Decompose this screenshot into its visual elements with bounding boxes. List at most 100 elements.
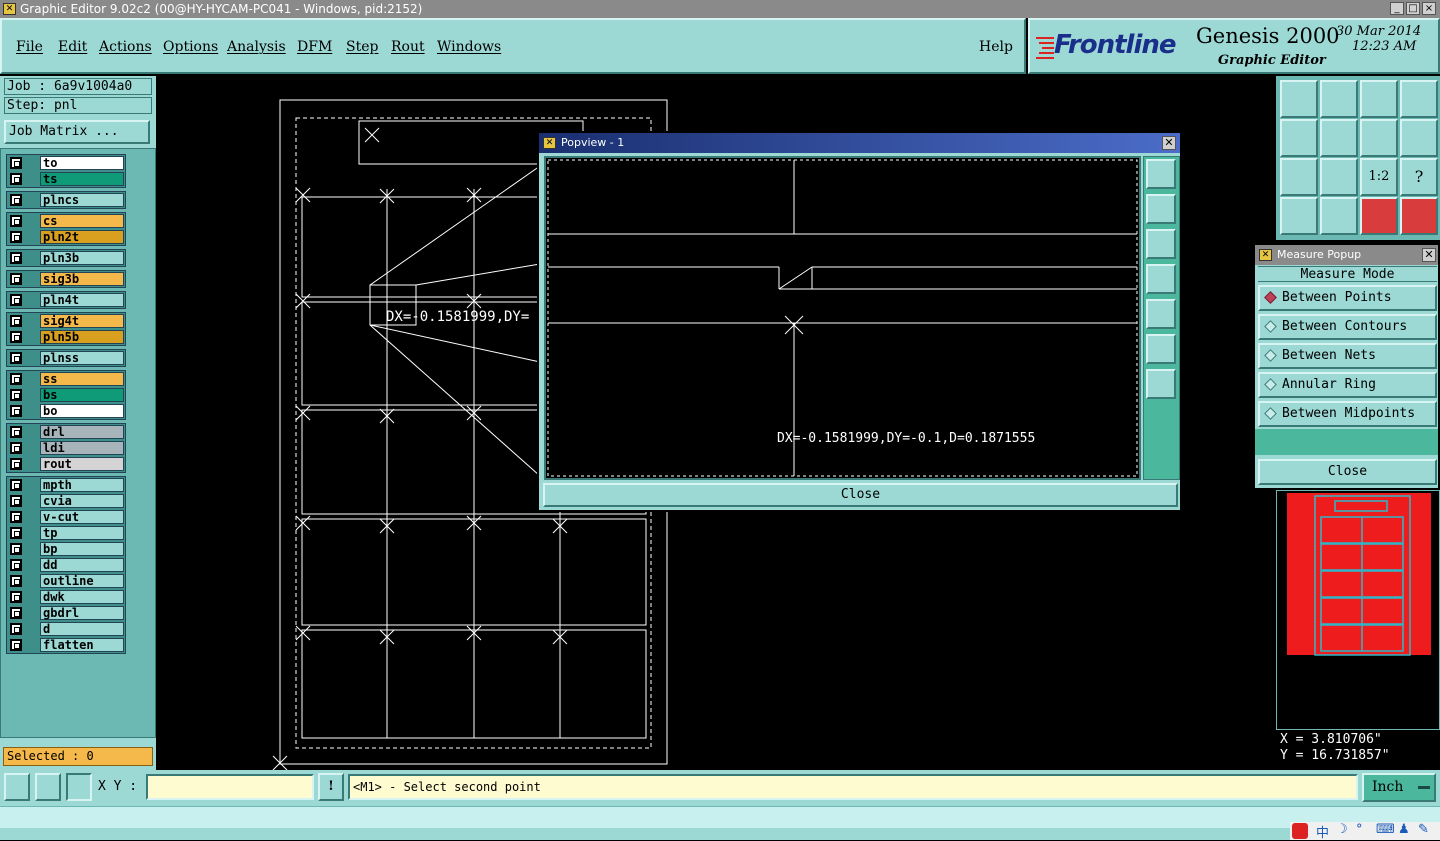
layer-name[interactable]: plnss (40, 351, 124, 365)
layer-row[interactable]: pln2t (7, 229, 125, 245)
layer-checkbox[interactable] (10, 315, 22, 327)
layer-name[interactable]: bs (40, 388, 124, 402)
layer-row[interactable]: ldi (7, 440, 125, 456)
layer-name[interactable]: v-cut (40, 510, 124, 524)
layer-row[interactable]: plncs (7, 192, 125, 208)
measure-option[interactable]: Between Contours (1258, 314, 1437, 340)
radio-diamond-icon[interactable] (1264, 291, 1277, 304)
layer-checkbox[interactable] (10, 426, 22, 438)
ime-icon[interactable] (1292, 823, 1308, 839)
layer-row[interactable]: cvia (7, 493, 125, 509)
menu-dfm[interactable]: DFM (297, 39, 332, 55)
layer-name[interactable]: sig3b (40, 272, 124, 286)
layer-checkbox[interactable] (10, 442, 22, 454)
layer-row[interactable]: plnss (7, 350, 125, 366)
measure-option[interactable]: Between Points (1258, 285, 1437, 311)
layer-row[interactable]: pln3b (7, 250, 125, 266)
layer-checkbox[interactable] (10, 511, 22, 523)
layer-checkbox[interactable] (10, 294, 22, 306)
measure-option[interactable]: Between Midpoints (1258, 401, 1437, 427)
layer-row[interactable]: sig3b (7, 271, 125, 287)
layer-row[interactable]: dwk (7, 589, 125, 605)
popview-canvas[interactable]: DX=-0.1581999,DY=-0.1,D=0.1871555 (544, 156, 1141, 480)
punctuation-icon[interactable]: ° (1356, 822, 1363, 837)
alert-icon[interactable]: ! (318, 773, 344, 801)
layer-checkbox[interactable] (10, 479, 22, 491)
layer-row[interactable]: v-cut (7, 509, 125, 525)
menu-analysis[interactable]: Analysis (227, 39, 286, 55)
layer-name[interactable]: cs (40, 214, 124, 228)
layer-name[interactable]: plncs (40, 193, 124, 207)
layer-row[interactable]: pln5b (7, 329, 125, 345)
layer-row[interactable]: bp (7, 541, 125, 557)
layer-checkbox[interactable] (10, 231, 22, 243)
layer-row[interactable]: sig4t (7, 313, 125, 329)
layer-row[interactable]: to (7, 155, 125, 171)
zoom-out-icon[interactable] (1320, 158, 1358, 196)
layer-name[interactable]: ldi (40, 441, 124, 455)
minimize-button[interactable]: _ (1390, 2, 1404, 15)
layer-checkbox[interactable] (10, 527, 22, 539)
layer-name[interactable]: mpth (40, 478, 124, 492)
layer-row[interactable]: bo (7, 403, 125, 419)
grid-icon[interactable] (1320, 197, 1358, 235)
pan-right-icon[interactable] (1320, 119, 1358, 157)
snap-icon[interactable] (1400, 119, 1438, 157)
layer-row[interactable]: drl (7, 424, 125, 440)
language-icon[interactable]: 中 (1316, 822, 1329, 841)
layer-name[interactable]: pln3b (40, 251, 124, 265)
units-selector[interactable]: Inch (1362, 773, 1436, 802)
layer-checkbox[interactable] (10, 373, 22, 385)
layer-checkbox[interactable] (10, 575, 22, 587)
measure-close-button[interactable]: Close (1258, 459, 1437, 485)
layer-row[interactable]: tp (7, 525, 125, 541)
popview-zoom-in-icon[interactable] (1146, 334, 1176, 364)
menu-windows[interactable]: Windows (437, 39, 501, 55)
settings-icon[interactable] (1280, 197, 1318, 235)
layer-checkbox[interactable] (10, 495, 22, 507)
layer-name[interactable]: gbdrl (40, 606, 124, 620)
radio-diamond-icon[interactable] (1264, 407, 1277, 420)
menu-step[interactable]: Step (346, 39, 378, 55)
layer-checkbox[interactable] (10, 331, 22, 343)
popview-close-button[interactable]: Close (543, 483, 1178, 507)
xy-input[interactable] (146, 774, 314, 800)
measure-option[interactable]: Annular Ring (1258, 372, 1437, 398)
measure-option[interactable]: Between Nets (1258, 343, 1437, 369)
net-highlight-icon[interactable] (1360, 197, 1398, 235)
layer-name[interactable]: bo (40, 404, 124, 418)
layer-row[interactable]: pln4t (7, 292, 125, 308)
layer-name[interactable]: ss (40, 372, 124, 386)
radio-diamond-icon[interactable] (1264, 349, 1277, 362)
menu-rout[interactable]: Rout (391, 39, 425, 55)
pan-left-icon[interactable] (1280, 119, 1318, 157)
menu-actions[interactable]: Actions (99, 39, 152, 55)
layer-row[interactable]: flatten (7, 637, 125, 653)
layer-name[interactable]: pln4t (40, 293, 124, 307)
snap-mode-icon[interactable] (4, 773, 30, 801)
zoom-home-down-icon[interactable] (1320, 80, 1358, 118)
layer-row[interactable]: cs (7, 213, 125, 229)
layer-name[interactable]: drl (40, 425, 124, 439)
layer-row[interactable]: outline (7, 573, 125, 589)
layer-checkbox[interactable] (10, 591, 22, 603)
popview-pan-right-icon[interactable] (1146, 299, 1176, 329)
layer-name[interactable]: ts (40, 172, 124, 186)
job-matrix-button[interactable]: Job Matrix ... (4, 120, 150, 144)
layer-checkbox[interactable] (10, 559, 22, 571)
layer-checkbox[interactable] (10, 623, 22, 635)
layer-checkbox[interactable] (10, 639, 22, 651)
layer-name[interactable]: flatten (40, 638, 124, 652)
zoom-home-up-icon[interactable] (1280, 80, 1318, 118)
layer-name[interactable]: pln2t (40, 230, 124, 244)
layer-checkbox[interactable] (10, 405, 22, 417)
close-window-button[interactable]: × (1422, 2, 1436, 15)
overview-map[interactable]: X = 3.810706" (1276, 490, 1440, 748)
layer-row[interactable]: bs (7, 387, 125, 403)
scale-icon[interactable]: 1:2 (1360, 158, 1398, 196)
layer-name[interactable]: cvia (40, 494, 124, 508)
layer-checkbox[interactable] (10, 389, 22, 401)
home-icon[interactable] (1360, 80, 1398, 118)
layer-row[interactable]: d (7, 621, 125, 637)
popview-zoom-out-icon[interactable] (1146, 369, 1176, 399)
